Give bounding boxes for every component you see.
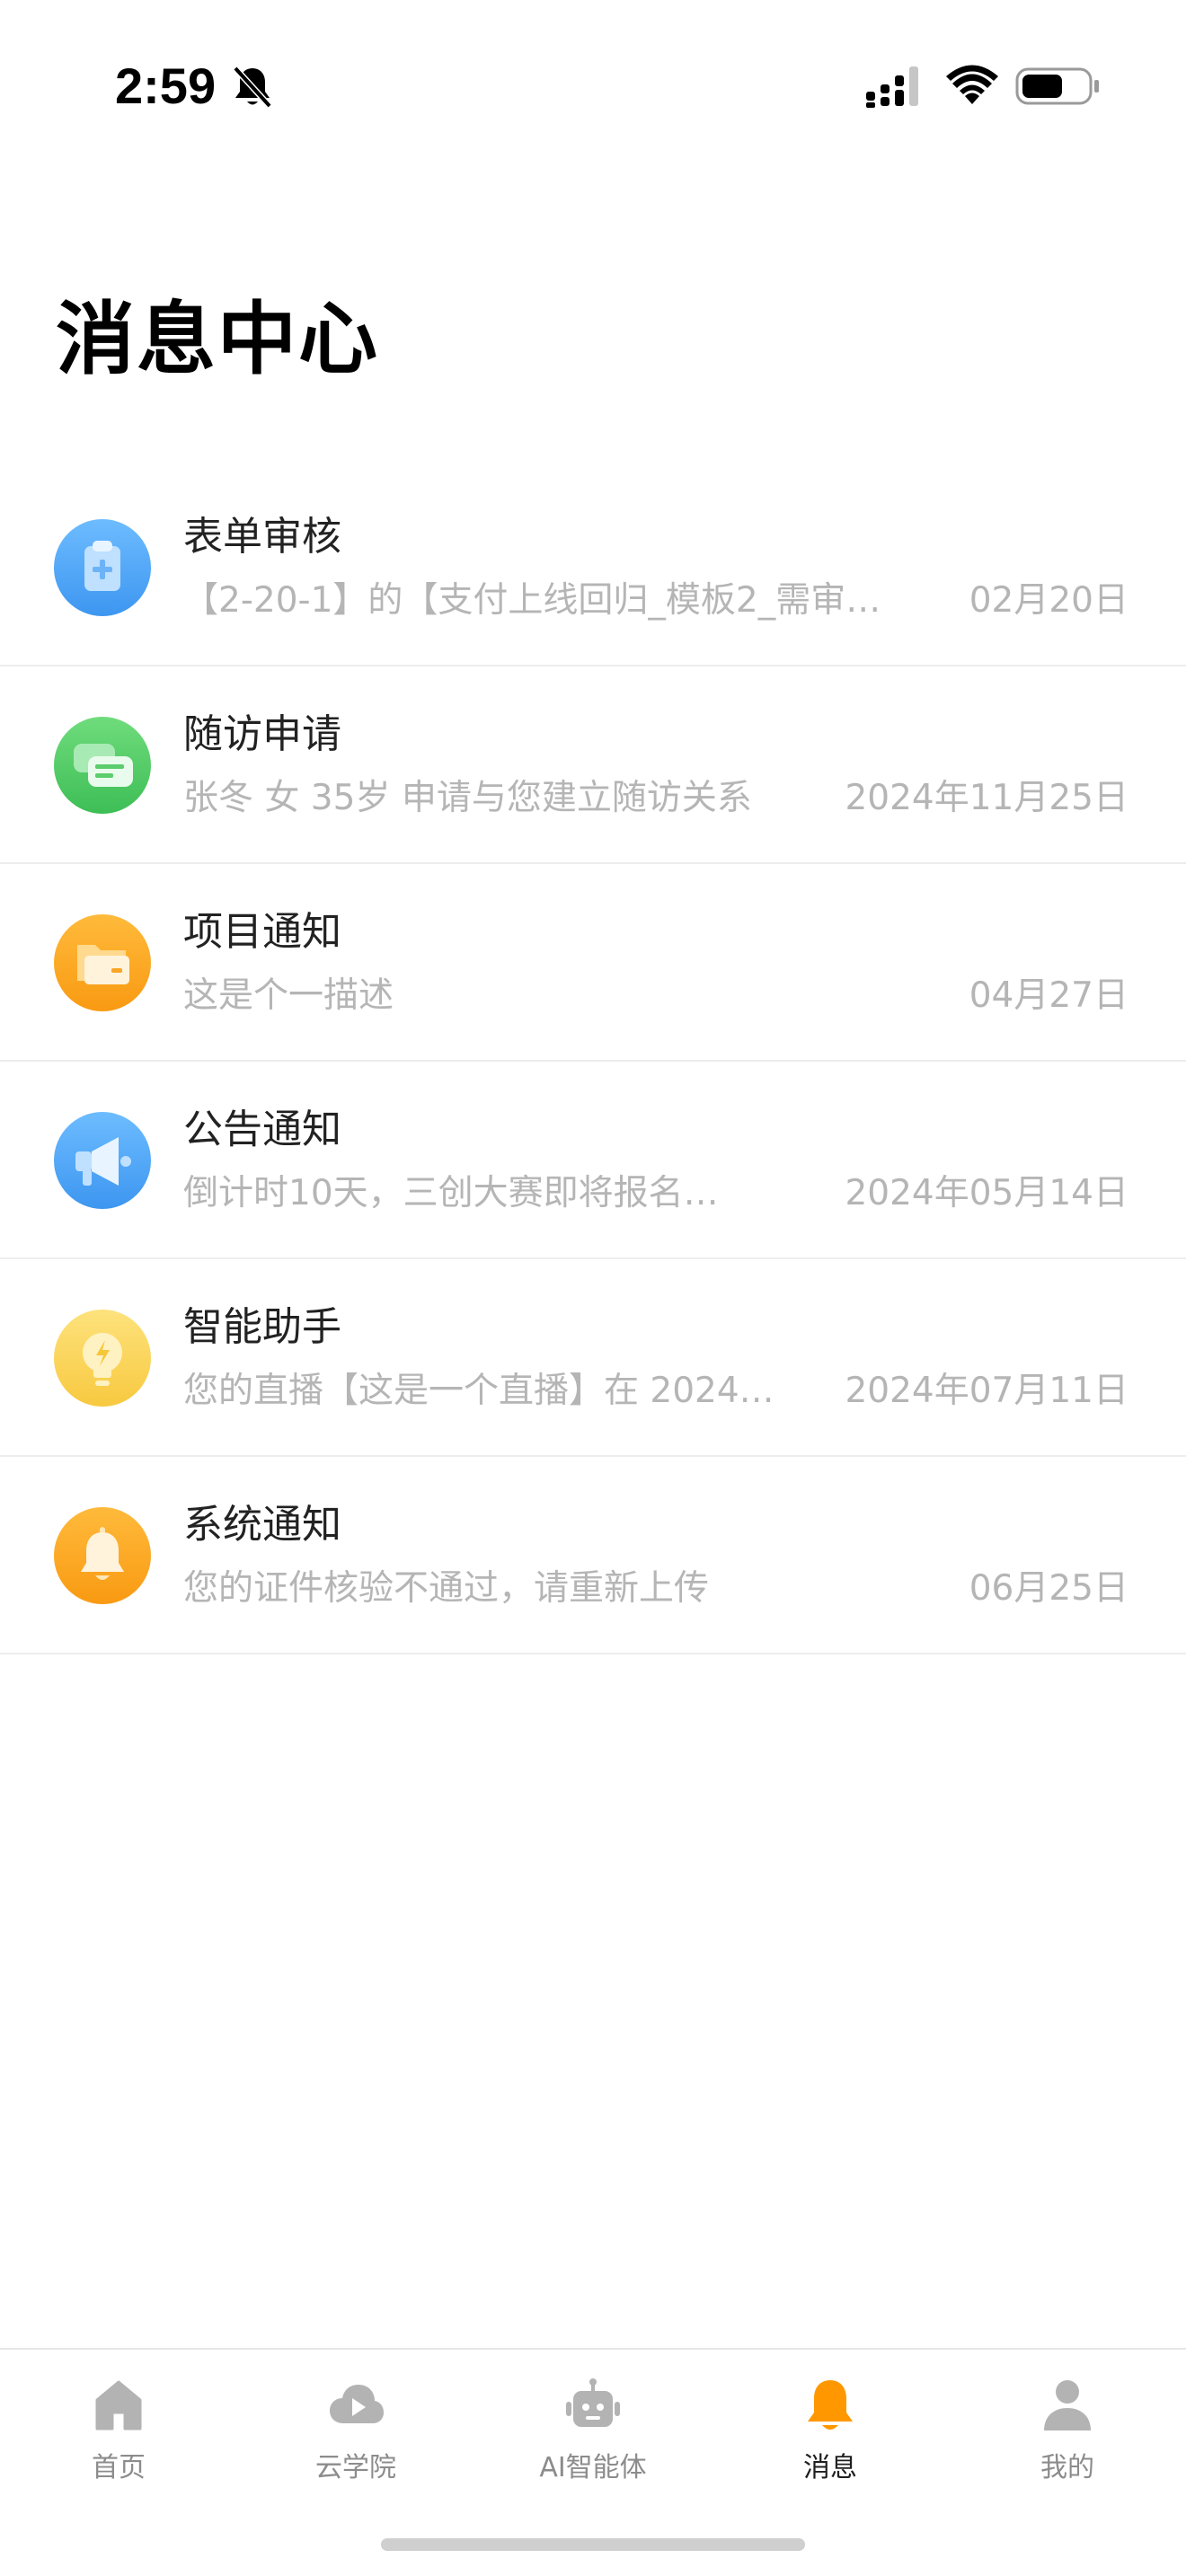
home-indicator [381,2538,805,2551]
message-date: 2024年07月11日 [845,1371,1128,1411]
message-title: 表单审核 [183,514,341,560]
message-preview: 您的证件核验不通过，请重新上传 [183,1568,710,1609]
home-icon [95,2380,142,2430]
tab-messages[interactable]: 消息 [712,2377,949,2520]
tab-label: AI智能体 [539,2452,647,2483]
message-date: 06月25日 [969,1568,1128,1609]
message-item-form-review[interactable]: 表单审核 【2-20-1】的【支付上线回归_模板2_需审… 02月20日 [0,469,1186,666]
cellular-icon [866,66,918,108]
message-preview: 张冬 女 35岁 申请与您建立随访关系 [183,778,752,818]
message-date: 2024年11月25日 [845,778,1128,818]
message-title: 项目通知 [183,909,341,955]
chat-icon [54,717,151,814]
message-title: 系统通知 [183,1502,341,1548]
message-title: 智能助手 [183,1304,341,1350]
message-title: 随访申请 [183,711,341,757]
tab-label: 消息 [803,2452,857,2483]
message-item-smart-assistant[interactable]: 智能助手 您的直播【这是一个直播】在 2024… 2024年07月11日 [0,1259,1186,1457]
battery-icon [1015,67,1099,105]
megaphone-icon [54,1112,151,1209]
lightbulb-icon [54,1310,151,1407]
message-item-system-notice[interactable]: 系统通知 您的证件核验不通过，请重新上传 06月25日 [0,1457,1186,1654]
tab-ai-agent[interactable]: AI智能体 [474,2377,712,2520]
tab-label: 我的 [1040,2452,1094,2483]
message-date: 04月27日 [969,975,1128,1016]
bell-icon [54,1507,151,1604]
message-preview: 倒计时10天，三创大赛即将报名… [183,1173,719,1213]
robot-icon [566,2378,620,2427]
tab-label: 首页 [92,2452,146,2483]
clipboard-icon [54,519,151,616]
message-list: 表单审核 【2-20-1】的【支付上线回归_模板2_需审… 02月20日 随访申… [0,469,1186,1654]
message-title: 公告通知 [183,1107,341,1152]
message-item-follow-up-request[interactable]: 随访申请 张冬 女 35岁 申请与您建立随访关系 2024年11月25日 [0,666,1186,864]
bell-icon [808,2380,853,2430]
message-preview: 【2-20-1】的【支付上线回归_模板2_需审… [183,580,881,621]
tab-cloud-academy[interactable]: 云学院 [237,2377,474,2520]
bell-off-icon [233,66,272,109]
message-preview: 这是个一描述 [183,975,394,1016]
status-time: 2:59 [115,57,217,114]
message-date: 2024年05月14日 [845,1173,1128,1213]
status-bar: 2:59 [0,0,1186,171]
message-preview: 您的直播【这是一个直播】在 2024… [183,1371,774,1411]
message-date: 02月20日 [969,580,1128,621]
tab-profile[interactable]: 我的 [949,2377,1186,2520]
tab-label: 云学院 [315,2452,396,2483]
person-icon [1044,2380,1091,2430]
tab-home[interactable]: 首页 [0,2377,237,2520]
cloud-play-icon [330,2385,384,2423]
wifi-icon [946,65,998,104]
page-title: 消息中心 [56,293,380,385]
folder-icon [54,914,151,1011]
message-item-project-notice[interactable]: 项目通知 这是个一描述 04月27日 [0,864,1186,1062]
message-item-announcement[interactable]: 公告通知 倒计时10天，三创大赛即将报名… 2024年05月14日 [0,1062,1186,1259]
